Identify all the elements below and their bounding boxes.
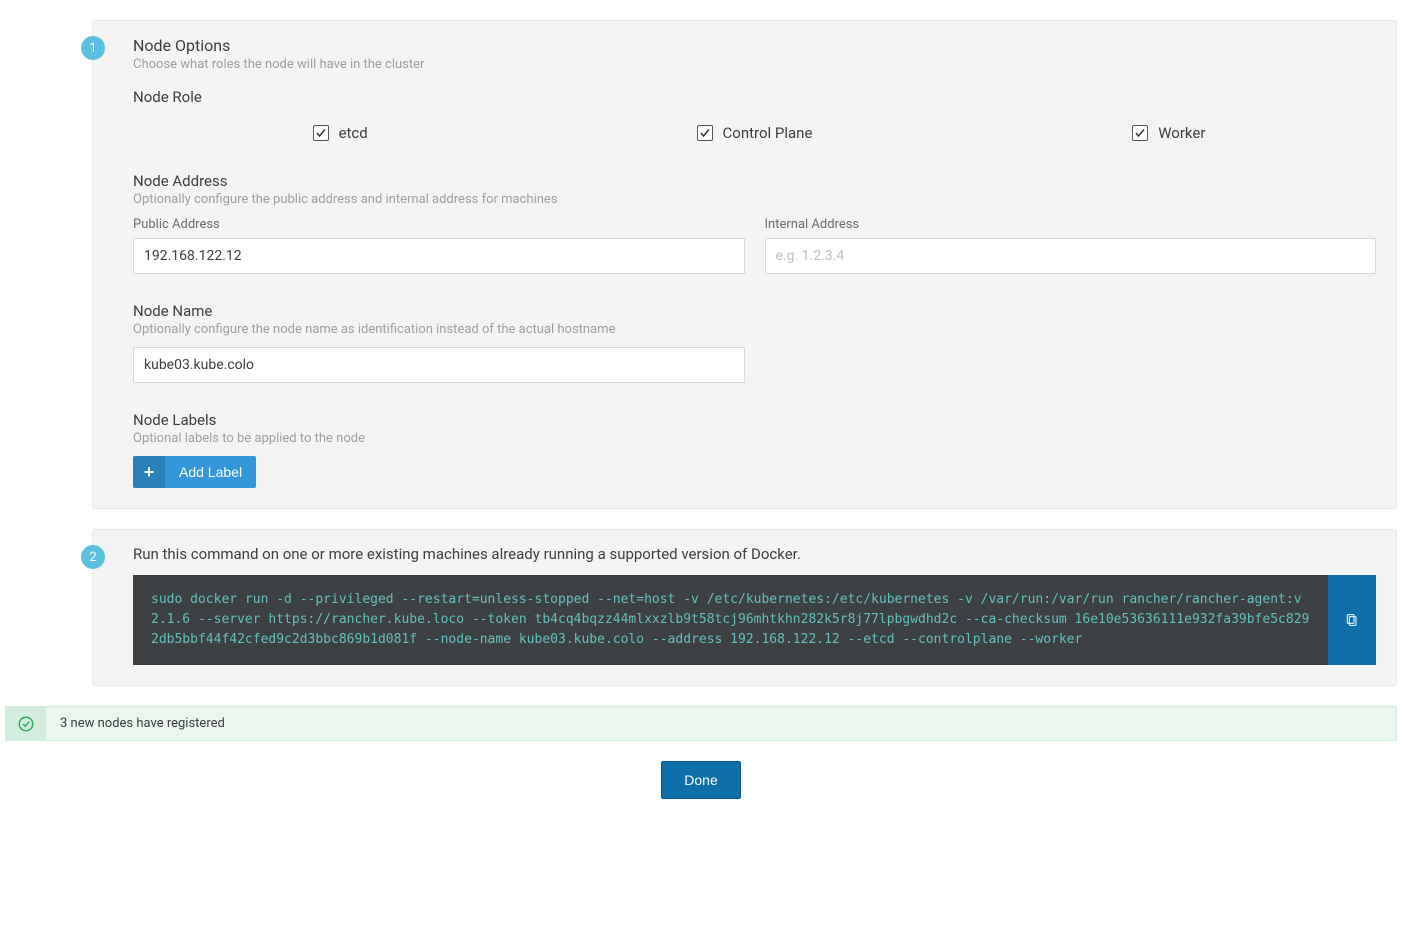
plus-icon: + bbox=[133, 456, 165, 488]
add-label-button[interactable]: + Add Label bbox=[133, 456, 256, 488]
add-label-text: Add Label bbox=[165, 464, 256, 480]
node-address-heading: Node Address bbox=[133, 172, 1376, 190]
node-name-heading: Node Name bbox=[133, 302, 1376, 320]
worker-checkbox[interactable]: Worker bbox=[1132, 124, 1205, 142]
node-name-row bbox=[133, 347, 1376, 383]
public-address-input[interactable] bbox=[133, 238, 745, 274]
command-code: sudo docker run -d --privileged --restar… bbox=[133, 575, 1328, 665]
node-role-heading: Node Role bbox=[133, 88, 1376, 106]
node-options-title: Node Options bbox=[133, 36, 1376, 55]
banner-text: 3 new nodes have registered bbox=[46, 707, 239, 740]
step-badge-1: 1 bbox=[81, 36, 105, 60]
node-options-section: 1 Node Options Choose what roles the nod… bbox=[92, 20, 1397, 509]
checkbox-icon bbox=[313, 125, 329, 141]
etcd-checkbox[interactable]: etcd bbox=[313, 124, 368, 142]
control-plane-checkbox[interactable]: Control Plane bbox=[697, 124, 813, 142]
run-command-section: 2 Run this command on one or more existi… bbox=[92, 529, 1397, 686]
checkbox-icon bbox=[697, 125, 713, 141]
command-row: sudo docker run -d --privileged --restar… bbox=[133, 575, 1376, 665]
public-address-label: Public Address bbox=[133, 217, 745, 232]
worker-label: Worker bbox=[1158, 124, 1205, 142]
node-name-input[interactable] bbox=[133, 347, 745, 383]
checkbox-icon bbox=[1132, 125, 1148, 141]
status-banner: 3 new nodes have registered bbox=[5, 706, 1397, 741]
run-command-text: Run this command on one or more existing… bbox=[133, 545, 1376, 563]
internal-address-label: Internal Address bbox=[765, 217, 1377, 232]
node-address-subtitle: Optionally configure the public address … bbox=[133, 192, 1376, 207]
done-button[interactable]: Done bbox=[661, 761, 740, 799]
clipboard-icon bbox=[1344, 612, 1360, 628]
node-name-subtitle: Optionally configure the node name as id… bbox=[133, 322, 1376, 337]
step-badge-2: 2 bbox=[81, 545, 105, 569]
node-options-subtitle: Choose what roles the node will have in … bbox=[133, 57, 1376, 72]
copy-button[interactable] bbox=[1328, 575, 1376, 665]
node-labels-heading: Node Labels bbox=[133, 411, 1376, 429]
node-labels-subtitle: Optional labels to be applied to the nod… bbox=[133, 431, 1376, 446]
internal-address-input[interactable] bbox=[765, 238, 1377, 274]
control-plane-label: Control Plane bbox=[723, 124, 813, 142]
address-fields-row: Public Address Internal Address bbox=[133, 217, 1376, 274]
etcd-label: etcd bbox=[339, 124, 368, 142]
node-role-row: etcd Control Plane Worker bbox=[133, 124, 1376, 142]
success-icon bbox=[6, 707, 46, 740]
